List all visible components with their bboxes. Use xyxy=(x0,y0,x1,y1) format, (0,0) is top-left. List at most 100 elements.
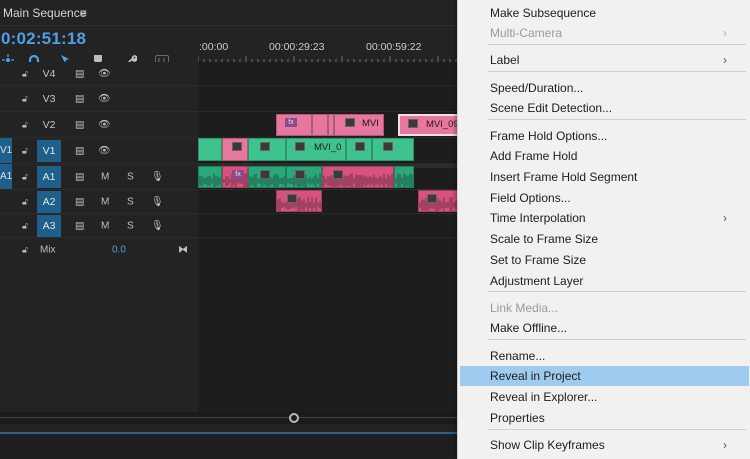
solo-button[interactable]: S xyxy=(127,171,134,182)
source-patch-v1[interactable]: V1 xyxy=(0,138,12,163)
track-name[interactable]: V1 xyxy=(37,139,61,162)
mix-value[interactable]: 0.0 xyxy=(112,245,126,256)
mute-button[interactable]: M xyxy=(101,220,109,231)
clip-v1[interactable] xyxy=(372,138,414,161)
menu-item-show-clip-keyframes[interactable]: Show Clip Keyframes › xyxy=(460,435,749,455)
menu-item-scene-edit-detection[interactable]: Scene Edit Detection... xyxy=(460,98,749,118)
menu-item-label: Make Offline... xyxy=(490,321,568,335)
clip-context-menu: Make Subsequence Multi-Camera › Label › Speed… xyxy=(457,0,750,459)
menu-item-insert-frame-hold-segment[interactable]: Insert Frame Hold Segment xyxy=(460,167,749,187)
sync-lock-icon[interactable]: ▤ xyxy=(75,119,84,130)
clip-v1[interactable] xyxy=(222,138,248,161)
track-name[interactable]: A1 xyxy=(37,165,61,188)
menu-separator xyxy=(488,339,746,340)
mute-button[interactable]: M xyxy=(101,171,109,182)
premiere-window: Main Sequence ≡ 0:02:51:18 :00:00 00:00:… xyxy=(0,0,750,459)
sync-lock-icon[interactable]: ▤ xyxy=(75,93,84,104)
clip-a1[interactable] xyxy=(198,166,222,188)
menu-item-make-subsequence[interactable]: Make Subsequence xyxy=(460,3,749,23)
source-patch-a1[interactable]: A1 xyxy=(0,164,12,189)
eye-icon[interactable]: 👁︎ xyxy=(98,119,111,130)
sync-lock-icon[interactable]: ▤ xyxy=(75,220,84,231)
lock-icon[interactable]: 🔓︎ xyxy=(22,68,28,79)
clip-a1[interactable] xyxy=(322,166,394,188)
mute-button[interactable]: M xyxy=(101,196,109,207)
microphone-icon[interactable]: 🎙︎ xyxy=(151,196,164,207)
sync-lock-icon[interactable]: ▤ xyxy=(75,68,84,79)
microphone-icon[interactable]: 🎙︎ xyxy=(151,220,164,231)
menu-item-label[interactable]: Label › xyxy=(460,50,749,70)
sync-lock-icon[interactable]: ▤ xyxy=(75,145,84,156)
menu-item-adjustment-layer[interactable]: Adjustment Layer xyxy=(460,271,749,291)
lock-icon[interactable]: 🔓︎ xyxy=(22,245,28,256)
menu-item-scale-to-frame-size[interactable]: Scale to Frame Size xyxy=(460,229,749,249)
track-name[interactable]: A3 xyxy=(37,214,61,237)
track-name[interactable]: V3 xyxy=(37,88,61,110)
menu-item-set-to-frame-size[interactable]: Set to Frame Size xyxy=(460,250,749,270)
menu-item-properties[interactable]: Properties xyxy=(460,408,749,428)
clip-a1[interactable]: fx xyxy=(222,166,248,188)
menu-item-speed-duration[interactable]: Speed/Duration... xyxy=(460,78,749,98)
track-name[interactable]: V2 xyxy=(37,114,61,136)
menu-item-reveal-in-project[interactable]: Reveal in Project xyxy=(460,366,749,386)
menu-item-rename[interactable]: Rename... xyxy=(460,346,749,366)
menu-separator xyxy=(488,429,746,430)
waveform xyxy=(277,197,321,211)
chevron-right-icon: › xyxy=(723,211,727,225)
microphone-icon[interactable]: 🎙︎ xyxy=(151,171,164,182)
menu-item-add-frame-hold[interactable]: Add Frame Hold xyxy=(460,146,749,166)
clip-v1[interactable] xyxy=(248,138,286,161)
clip-v2[interactable]: fx xyxy=(276,114,312,136)
timeline-tracks[interactable]: fx MVI MVI_09 MVI_0 fx xyxy=(198,62,460,412)
lock-icon[interactable]: 🔓︎ xyxy=(22,196,28,207)
menu-item-label: Reveal in Explorer... xyxy=(490,390,598,404)
ruler-label: 00:00:59:22 xyxy=(366,41,422,53)
track-name[interactable]: V4 xyxy=(37,63,61,85)
zoom-handle[interactable] xyxy=(289,413,299,423)
sync-lock-icon[interactable]: ▤ xyxy=(75,196,84,207)
lock-icon[interactable]: 🔓︎ xyxy=(22,171,28,182)
clip-a1[interactable] xyxy=(394,166,414,188)
clip-a2[interactable] xyxy=(276,190,322,212)
clip-v1[interactable]: MVI_0 xyxy=(286,138,346,161)
timeline-zoom-scrollbar[interactable] xyxy=(0,412,460,424)
film-icon xyxy=(408,119,418,128)
lock-icon[interactable]: 🔓︎ xyxy=(22,145,28,156)
menu-item-label: Insert Frame Hold Segment xyxy=(490,170,638,184)
eye-icon[interactable]: 👁︎ xyxy=(98,93,111,104)
clip-a1[interactable] xyxy=(248,166,286,188)
clip-v1[interactable] xyxy=(198,138,222,161)
menu-item-field-options[interactable]: Field Options... xyxy=(460,188,749,208)
chevron-right-icon: › xyxy=(723,26,727,40)
menu-item-label: Set to Frame Size xyxy=(490,253,587,267)
solo-button[interactable]: S xyxy=(127,220,134,231)
track-header-v1: V1 🔓︎ V1 ▤ 👁︎ xyxy=(0,138,198,164)
clip-a2[interactable] xyxy=(418,190,460,212)
menu-item-frame-hold-options[interactable]: Frame Hold Options... xyxy=(460,126,749,146)
lock-icon[interactable]: 🔓︎ xyxy=(22,93,28,104)
menu-item-time-interpolation[interactable]: Time Interpolation › xyxy=(460,208,749,228)
eye-icon[interactable]: 👁︎ xyxy=(98,68,111,79)
sync-lock-icon[interactable]: ▤ xyxy=(75,171,84,182)
menu-item-label: Link Media... xyxy=(490,301,559,315)
fx-icon: fx xyxy=(285,118,297,127)
hamburger-icon[interactable]: ≡ xyxy=(80,6,87,20)
clip-v1[interactable] xyxy=(346,138,372,161)
playhead-timecode[interactable]: 0:02:51:18 xyxy=(1,29,86,49)
menu-item-reveal-in-explorer[interactable]: Reveal in Explorer... xyxy=(460,387,749,407)
clip-v2[interactable] xyxy=(312,114,328,136)
go-to-out-icon[interactable]: ⧓ xyxy=(178,245,188,256)
clip-a1[interactable] xyxy=(286,166,322,188)
eye-icon[interactable]: 👁︎ xyxy=(98,145,111,156)
lock-icon[interactable]: 🔓︎ xyxy=(22,119,28,130)
clip-v2[interactable]: MVI xyxy=(334,114,384,136)
lock-icon[interactable]: 🔓︎ xyxy=(22,220,28,231)
menu-item-make-offline[interactable]: Make Offline... xyxy=(460,318,749,338)
track-name[interactable]: A2 xyxy=(37,190,61,213)
sequence-tab-title[interactable]: Main Sequence xyxy=(3,6,86,20)
clip-label: MVI xyxy=(362,118,379,129)
menu-item-label: Add Frame Hold xyxy=(490,149,578,163)
clip-v2-selected[interactable]: MVI_09 xyxy=(398,114,460,136)
solo-button[interactable]: S xyxy=(127,196,134,207)
chevron-right-icon: › xyxy=(723,438,727,452)
